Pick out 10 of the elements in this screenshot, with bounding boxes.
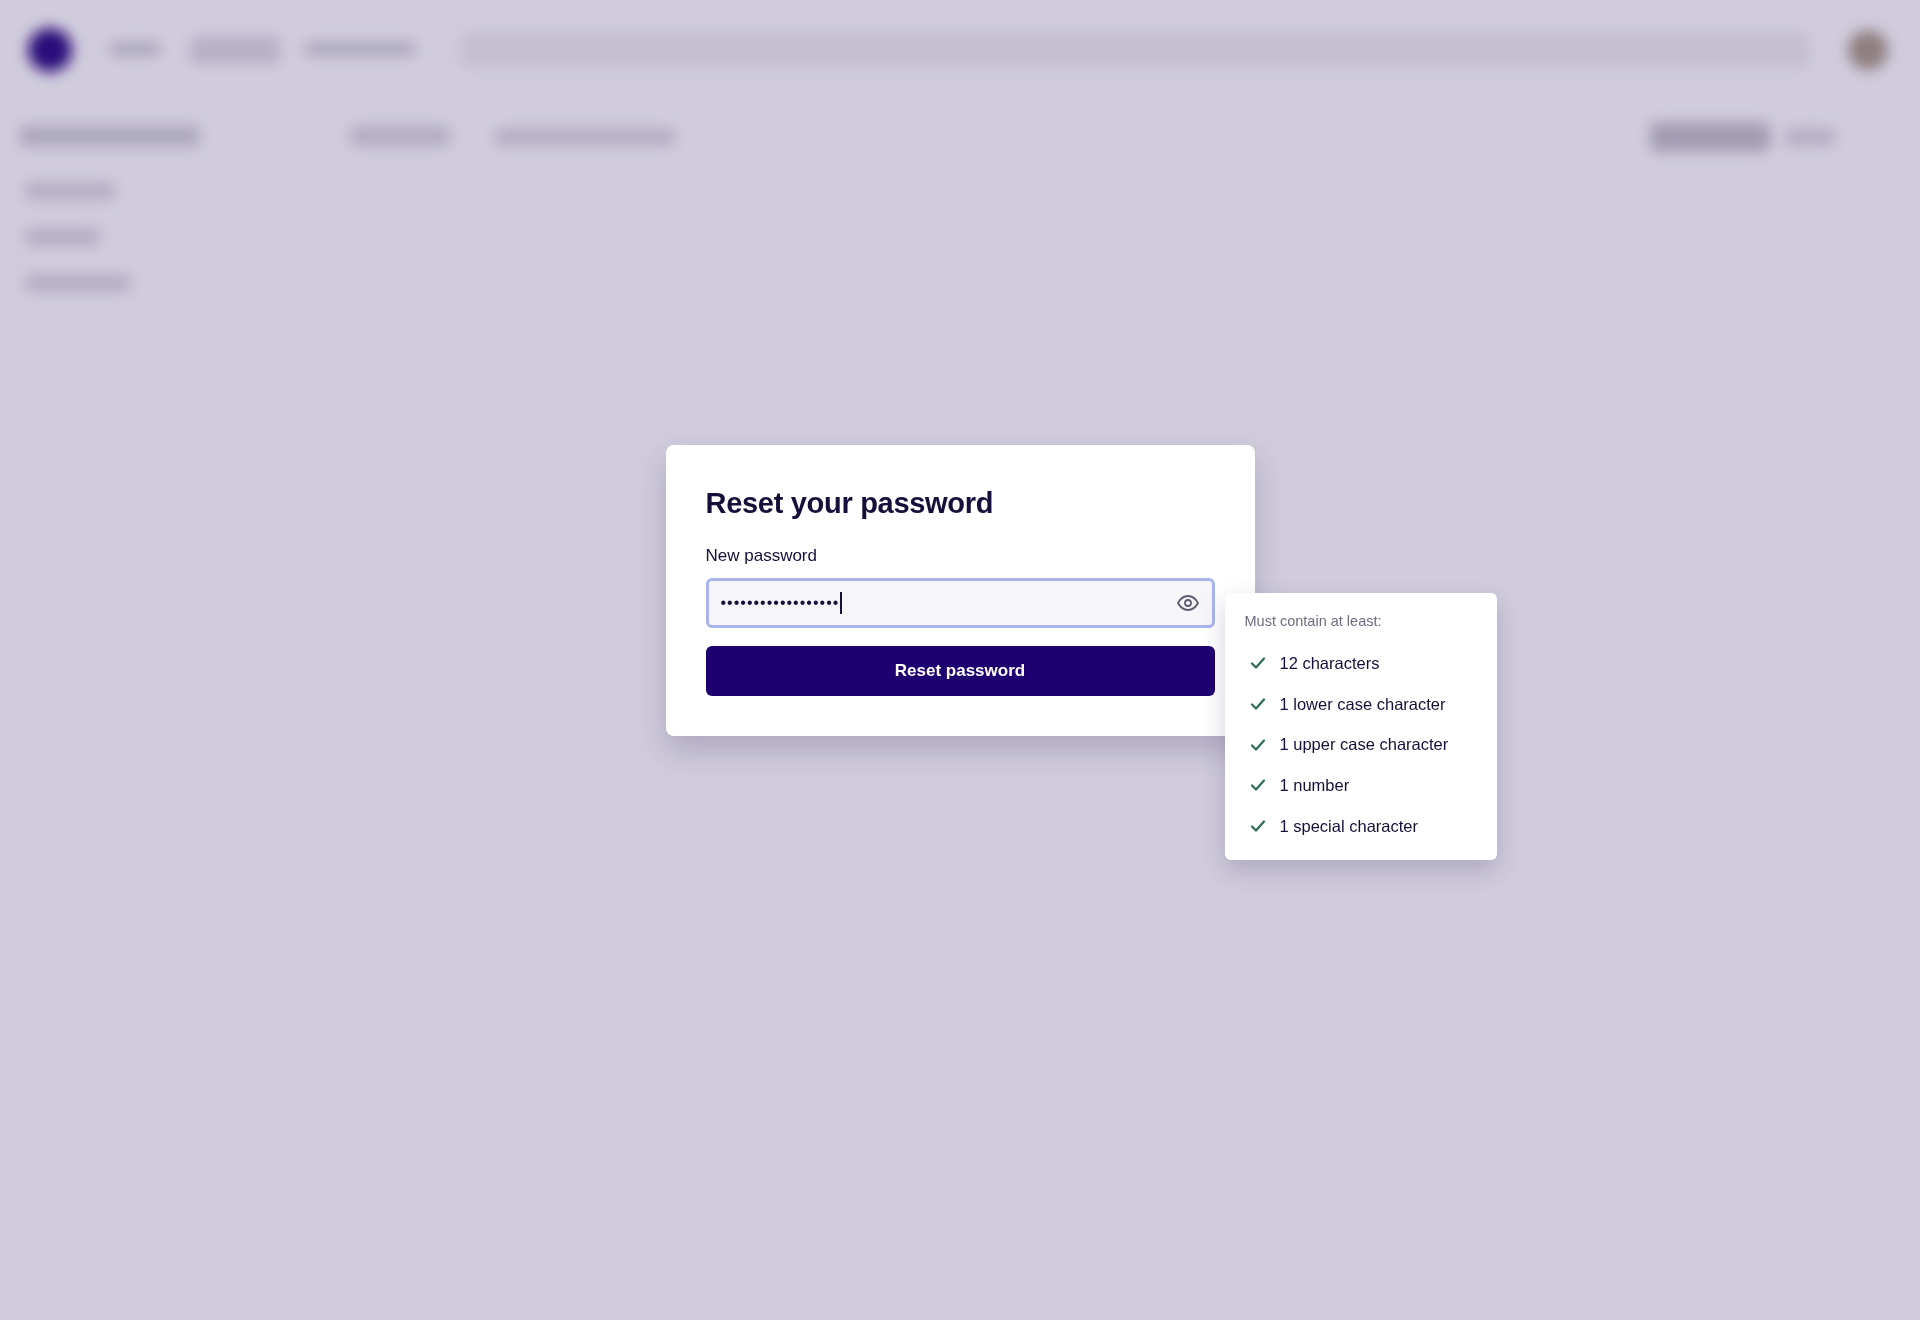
popover-heading: Must contain at least: xyxy=(1244,613,1383,629)
requirement-text: 1 lower case character xyxy=(1279,694,1446,714)
reset-password-button[interactable]: Reset password xyxy=(705,646,1215,696)
requirement-text: 1 upper case character xyxy=(1279,735,1449,755)
dialog-title: Reset your password xyxy=(705,487,995,520)
field-label: New password xyxy=(705,546,818,566)
requirement-text: 1 number xyxy=(1279,775,1350,795)
password-field[interactable]: •••••••••••••••••• xyxy=(705,578,1215,628)
requirement-text: 12 characters xyxy=(1279,653,1380,673)
requirement-text: 1 special character xyxy=(1279,816,1418,836)
